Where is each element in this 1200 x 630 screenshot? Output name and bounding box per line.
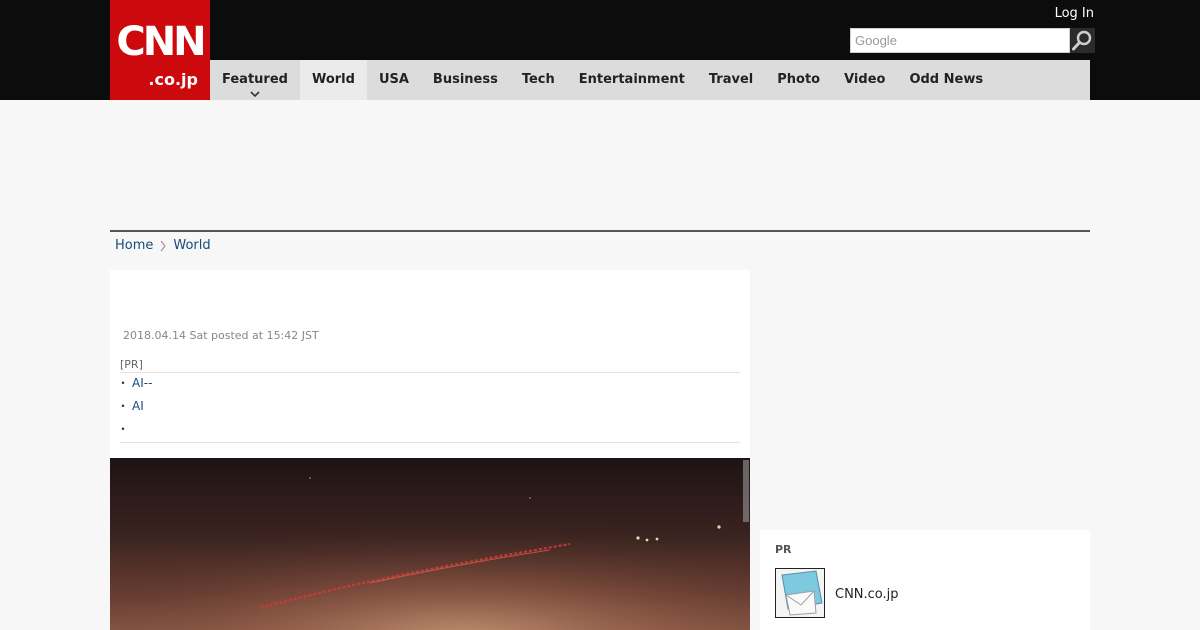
pr-link[interactable]: AI-- <box>132 376 152 390</box>
pr-link-list: AI-- AI <box>117 373 740 442</box>
nav-item-label: Tech <box>521 72 555 87</box>
article-card: 2018.04.14 Sat posted at 15:42 JST [PR] … <box>110 270 750 630</box>
sidebar-pr-card: PR CNN.co.jp <box>760 530 1090 630</box>
nav-item-label: Entertainment <box>578 72 685 87</box>
nav-item-usa[interactable]: USA <box>367 60 421 100</box>
nav-item-photo[interactable]: Photo <box>765 60 832 100</box>
top-bar: CNN .co.jp Log In Featured World USA Bus… <box>0 0 1200 100</box>
nav-item-label: USA <box>378 72 409 87</box>
nav-item-label: World <box>311 72 355 87</box>
chevron-right-icon <box>160 240 167 251</box>
sidebar-link[interactable]: CNN.co.jp <box>835 587 899 602</box>
list-item <box>117 419 740 442</box>
nav-item-tech[interactable]: Tech <box>510 60 567 100</box>
main-nav: Featured World USA Business Tech Enterta… <box>210 60 1090 100</box>
nav-item-world[interactable]: World <box>299 60 367 100</box>
nav-item-travel[interactable]: Travel <box>697 60 765 100</box>
nav-item-label: Odd News <box>909 72 984 87</box>
login-link[interactable]: Log In <box>1055 6 1094 21</box>
nav-item-business[interactable]: Business <box>421 60 510 100</box>
article-dateline: 2018.04.14 Sat posted at 15:42 JST <box>123 329 319 342</box>
logo-sub-text: .co.jp <box>148 70 198 89</box>
pr-divider <box>120 442 740 443</box>
nav-item-featured[interactable]: Featured <box>210 60 300 100</box>
pr-link[interactable]: AI <box>132 399 144 413</box>
nav-item-video[interactable]: Video <box>832 60 897 100</box>
night-sky-photo <box>110 458 750 630</box>
article-photo <box>110 458 750 630</box>
sidebar-ad-slot <box>760 270 1090 520</box>
search-button[interactable] <box>1070 28 1095 53</box>
breadcrumb-world-link[interactable]: World <box>173 238 210 253</box>
breadcrumb-home-link[interactable]: Home <box>115 238 153 253</box>
nav-item-entertainment[interactable]: Entertainment <box>567 60 697 100</box>
list-item: AI-- <box>117 373 740 396</box>
magnifier-icon <box>1072 30 1092 51</box>
logo-main-text: CNN <box>116 19 206 65</box>
search-field-container <box>850 28 1070 53</box>
pr-title: [PR] <box>120 358 740 373</box>
nav-item-label: Video <box>844 72 886 87</box>
nav-item-odd-news[interactable]: Odd News <box>897 60 995 100</box>
photo-credit <box>743 460 749 522</box>
nav-item-label: Business <box>432 72 498 87</box>
nav-item-label: Photo <box>777 72 821 87</box>
sidebar-thumbnail[interactable] <box>775 568 825 618</box>
list-item: AI <box>117 396 740 419</box>
search-input[interactable] <box>851 29 1069 51</box>
breadcrumb: Home World <box>115 238 211 253</box>
nav-item-label: Featured <box>222 72 288 87</box>
header-divider <box>110 230 1090 232</box>
sidebar-pr-label: PR <box>775 543 792 556</box>
cnn-logo[interactable]: CNN .co.jp <box>110 0 210 100</box>
nav-item-label: Travel <box>708 72 754 87</box>
pr-links-block: [PR] AI-- AI <box>117 358 740 442</box>
mail-icon <box>776 569 824 617</box>
chevron-down-icon <box>250 91 260 98</box>
top-ad-slot <box>110 100 1090 230</box>
